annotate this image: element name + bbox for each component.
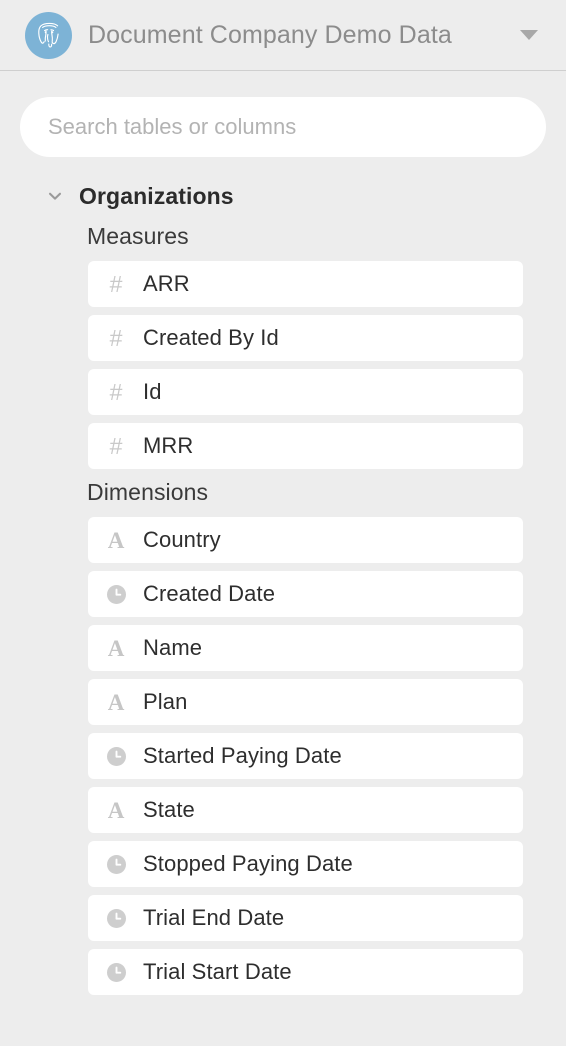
clock-icon [104,744,128,768]
chevron-down-icon[interactable] [44,185,66,207]
field-list-measures: # ARR # Created By Id # Id # MRR [0,261,566,469]
section-dimensions: Dimensions A Country Created Date A Name… [0,479,566,995]
field-label: ARR [143,271,190,296]
field-label: Trial End Date [143,905,285,930]
field-label: State [143,797,195,822]
table-group-header[interactable]: Organizations [0,179,566,213]
field-item-plan[interactable]: A Plan [88,679,523,725]
field-item-name[interactable]: A Name [88,625,523,671]
field-label: Created By Id [143,325,279,350]
section-measures: Measures # ARR # Created By Id # Id # MR… [0,223,566,469]
field-label: Country [143,527,221,552]
field-label: Id [143,379,162,404]
database-title: Document Company Demo Data [88,20,452,49]
letter-a-icon: A [107,689,125,715]
field-item-arr[interactable]: # ARR [88,261,523,307]
field-list-dimensions: A Country Created Date A Name A Plan Sta… [0,517,566,995]
field-item-started-paying-date[interactable]: Started Paying Date [88,733,523,779]
field-label: Trial Start Date [143,959,292,984]
field-item-state[interactable]: A State [88,787,523,833]
data-source-explorer-panel: Document Company Demo Data Organizations… [0,0,566,1046]
clock-icon [104,960,128,984]
field-label: Name [143,635,203,660]
search-input[interactable] [20,97,546,157]
hash-icon: # [109,324,123,351]
clock-icon [104,852,128,876]
hash-icon: # [109,270,123,297]
field-item-created-by-id[interactable]: # Created By Id [88,315,523,361]
field-label: Plan [143,689,188,714]
field-item-mrr[interactable]: # MRR [88,423,523,469]
table-group-organizations: Organizations Measures # ARR # Created B… [0,179,566,1007]
field-item-country[interactable]: A Country [88,517,523,563]
search-container [0,97,566,157]
field-item-trial-start-date[interactable]: Trial Start Date [88,949,523,995]
triangle-down-icon[interactable] [516,22,542,48]
field-item-id[interactable]: # Id [88,369,523,415]
postgres-elephant-icon [25,11,72,59]
letter-a-icon: A [107,527,125,553]
section-title-measures: Measures [87,223,189,249]
section-title-dimensions: Dimensions [87,479,209,505]
field-label: Created Date [143,581,276,606]
table-name: Organizations [79,182,234,209]
clock-icon [104,582,128,606]
clock-icon [104,906,128,930]
field-item-stopped-paying-date[interactable]: Stopped Paying Date [88,841,523,887]
field-label: MRR [143,433,194,458]
explorer-scroll-area[interactable]: Organizations Measures # ARR # [0,71,566,1046]
letter-a-icon: A [107,635,125,661]
hash-icon: # [109,378,123,405]
field-item-trial-end-date[interactable]: Trial End Date [88,895,523,941]
letter-a-icon: A [107,797,125,823]
database-header[interactable]: Document Company Demo Data [0,0,566,71]
hash-icon: # [109,432,123,459]
field-label: Stopped Paying Date [143,851,353,876]
field-label: Started Paying Date [143,743,342,768]
field-item-created-date[interactable]: Created Date [88,571,523,617]
